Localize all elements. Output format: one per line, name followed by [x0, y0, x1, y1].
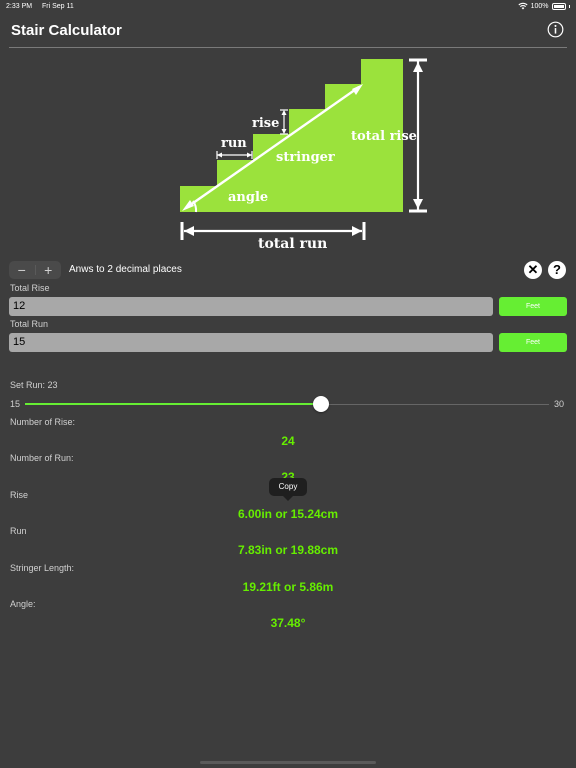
status-right: 100% — [518, 2, 570, 10]
diagram-label-stringer: stringer — [276, 150, 335, 165]
close-icon[interactable]: ✕ — [524, 261, 542, 279]
slider-fill — [25, 403, 321, 405]
battery-percent: 100% — [530, 2, 549, 10]
battery-icon — [551, 2, 566, 10]
angle-value[interactable]: 37.48° — [0, 616, 576, 630]
total-rise-label: Total Rise — [10, 283, 50, 293]
number-of-rise-label: Number of Rise: — [10, 417, 76, 427]
slider-min-label: 15 — [10, 399, 21, 409]
stringer-length-label: Stringer Length: — [10, 563, 75, 573]
diagram-label-rise: rise — [252, 116, 279, 131]
number-of-run-label: Number of Run: — [10, 453, 74, 463]
wifi-icon — [518, 2, 528, 10]
page-title: Stair Calculator — [11, 22, 122, 39]
diagram-label-run: run — [221, 136, 247, 151]
total-run-label: Total Run — [10, 319, 49, 329]
rise-value[interactable]: 6.00in or 15.24cm — [0, 507, 576, 521]
status-time: 2:33 PM — [6, 3, 33, 10]
diagram-label-angle: angle — [228, 190, 268, 205]
home-indicator[interactable] — [200, 761, 376, 764]
rise-label: Rise — [10, 490, 29, 500]
total-rise-input[interactable]: 12 — [9, 297, 493, 316]
slider-thumb[interactable] — [313, 396, 329, 412]
decimal-stepper[interactable]: − + — [9, 261, 61, 279]
increment-button[interactable]: + — [36, 261, 62, 279]
info-icon[interactable] — [547, 21, 564, 38]
number-of-rise-value[interactable]: 24 — [0, 434, 576, 448]
help-icon[interactable]: ? — [548, 261, 566, 279]
battery-cap — [568, 4, 570, 8]
stair-diagram: rise run stringer total rise angle total… — [180, 58, 427, 252]
diagram-label-total-rise: total rise — [351, 129, 417, 144]
decimal-places-label: Anws to 2 decimal places — [69, 264, 182, 275]
copy-tooltip[interactable]: Copy — [269, 478, 307, 501]
angle-label: Angle: — [10, 599, 36, 609]
status-date: Fri Sep 11 — [42, 3, 74, 10]
run-value[interactable]: 7.83in or 19.88cm — [0, 543, 576, 557]
total-rise-unit-button[interactable]: Feet — [499, 297, 567, 316]
stringer-length-value[interactable]: 19.21ft or 5.86m — [0, 580, 576, 594]
slider-max-label: 30 — [554, 399, 565, 409]
total-run-unit-button[interactable]: Feet — [499, 333, 567, 352]
diagram-label-total-run: total run — [258, 236, 327, 252]
decrement-button[interactable]: − — [9, 261, 35, 279]
set-run-label: Set Run: 23 — [10, 380, 58, 390]
status-bar: 2:33 PM Fri Sep 11 100% — [0, 0, 576, 14]
run-label: Run — [10, 526, 27, 536]
total-run-input[interactable]: 15 — [9, 333, 493, 352]
header-divider — [9, 47, 567, 48]
